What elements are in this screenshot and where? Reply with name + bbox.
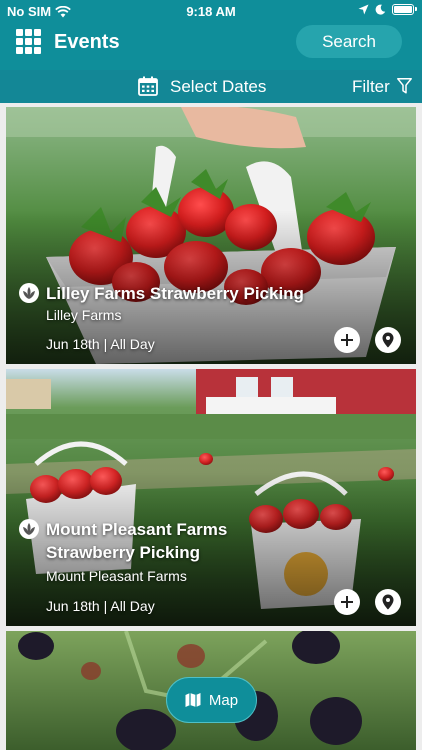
event-location-button[interactable] [375, 589, 401, 615]
app-header: Events Search [0, 22, 422, 70]
page-title: Events [54, 31, 120, 53]
map-button-label: Map [208, 691, 239, 709]
add-event-button[interactable] [334, 327, 360, 353]
search-button[interactable]: Search [296, 25, 402, 58]
leaf-icon [19, 283, 39, 303]
event-date: Jun 18th | All Day [46, 336, 155, 352]
moon-icon [375, 4, 386, 15]
map-pin-icon [382, 332, 394, 348]
select-dates-button[interactable]: Select Dates [170, 77, 266, 97]
card-shade [6, 107, 416, 364]
filter-button[interactable]: Filter [352, 77, 390, 97]
map-pin-icon [382, 594, 394, 610]
map-icon [185, 693, 201, 707]
event-card[interactable]: Lilley Farms Strawberry Picking Lilley F… [6, 107, 416, 364]
card-shade [6, 369, 416, 626]
plus-icon [341, 596, 353, 608]
map-button[interactable]: Map [166, 677, 257, 723]
event-venue: Mount Pleasant Farms [46, 568, 187, 584]
location-arrow-icon [358, 4, 369, 15]
event-location-button[interactable] [375, 327, 401, 353]
date-filter-bar: Select Dates Filter [0, 70, 422, 103]
battery-icon [392, 4, 417, 15]
filter-icon[interactable] [397, 78, 412, 94]
status-bar: No SIM 9:18 AM [0, 0, 422, 22]
event-title: Mount Pleasant Farms Strawberry Picking [46, 520, 228, 562]
event-venue: Lilley Farms [46, 307, 122, 323]
add-event-button[interactable] [334, 589, 360, 615]
status-right [358, 4, 417, 15]
plus-icon [341, 334, 353, 346]
event-card[interactable]: Mount Pleasant Farms Strawberry Picking … [6, 369, 416, 626]
event-date: Jun 18th | All Day [46, 598, 155, 614]
grid-menu-icon[interactable] [16, 29, 41, 54]
calendar-icon[interactable] [138, 76, 158, 96]
leaf-icon [19, 519, 39, 539]
event-title: Lilley Farms Strawberry Picking [46, 284, 304, 303]
